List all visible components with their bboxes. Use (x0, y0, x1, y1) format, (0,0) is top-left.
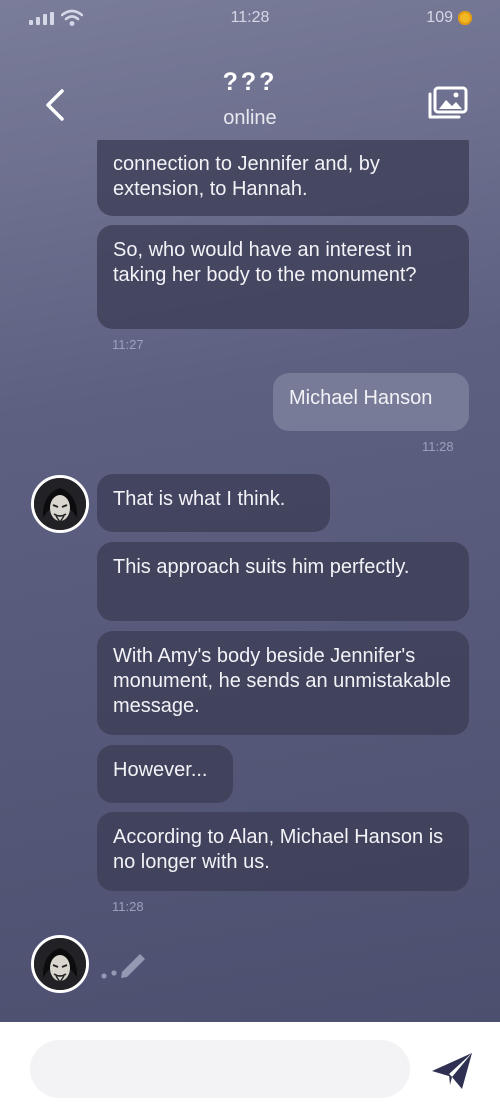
coin-count: 109 (426, 9, 453, 26)
message-bubble: With Amy's body beside Jennifer's monume… (97, 631, 469, 735)
message-timestamp: 11:28 (112, 899, 144, 914)
status-bar: 11:28 109 (0, 0, 500, 38)
message-bubble: That is what I think. (97, 474, 330, 532)
coin-icon (458, 11, 472, 25)
message-input[interactable] (30, 1040, 410, 1098)
avatar[interactable] (31, 475, 89, 533)
message-bubble: According to Alan, Michael Hanson is no … (97, 812, 469, 891)
mask-avatar-icon (34, 938, 86, 990)
message-text: According to Alan, Michael Hanson is no … (113, 826, 444, 873)
message-bubble: This approach suits him perfectly. (97, 542, 469, 621)
message-text: Michael Hanson (289, 387, 433, 409)
message-text: So, who would have an interest in taking… (113, 239, 417, 286)
message-bubble: So, who would have an interest in taking… (97, 225, 469, 329)
message-text: That is what I think. (113, 488, 286, 510)
message-composer (0, 1022, 500, 1115)
contact-status: online (223, 107, 277, 129)
outgoing-message-bubble: Michael Hanson (273, 373, 469, 431)
message-bubble: connection to Jennifer and, by extension… (97, 140, 469, 216)
mask-avatar-icon (34, 478, 86, 530)
message-timestamp: 11:28 (422, 439, 454, 454)
contact-name: ??? (222, 68, 278, 96)
typing-indicator-icon (101, 954, 145, 979)
avatar[interactable] (31, 935, 89, 993)
message-list[interactable]: connection to Jennifer and, by extension… (0, 140, 500, 1020)
message-timestamp: 11:27 (112, 337, 144, 352)
gallery-icon[interactable] (426, 84, 470, 124)
status-time: 11:28 (230, 9, 270, 26)
message-text: connection to Jennifer and, by extension… (113, 153, 380, 200)
send-button[interactable] (428, 1049, 476, 1093)
message-text: With Amy's body beside Jennifer's monume… (113, 645, 451, 717)
message-bubble: However... (97, 745, 233, 803)
chat-header: ??? online (0, 60, 500, 140)
message-text: However... (113, 759, 208, 781)
message-text: This approach suits him perfectly. (113, 556, 410, 578)
coin-balance[interactable]: 109 (426, 9, 472, 27)
